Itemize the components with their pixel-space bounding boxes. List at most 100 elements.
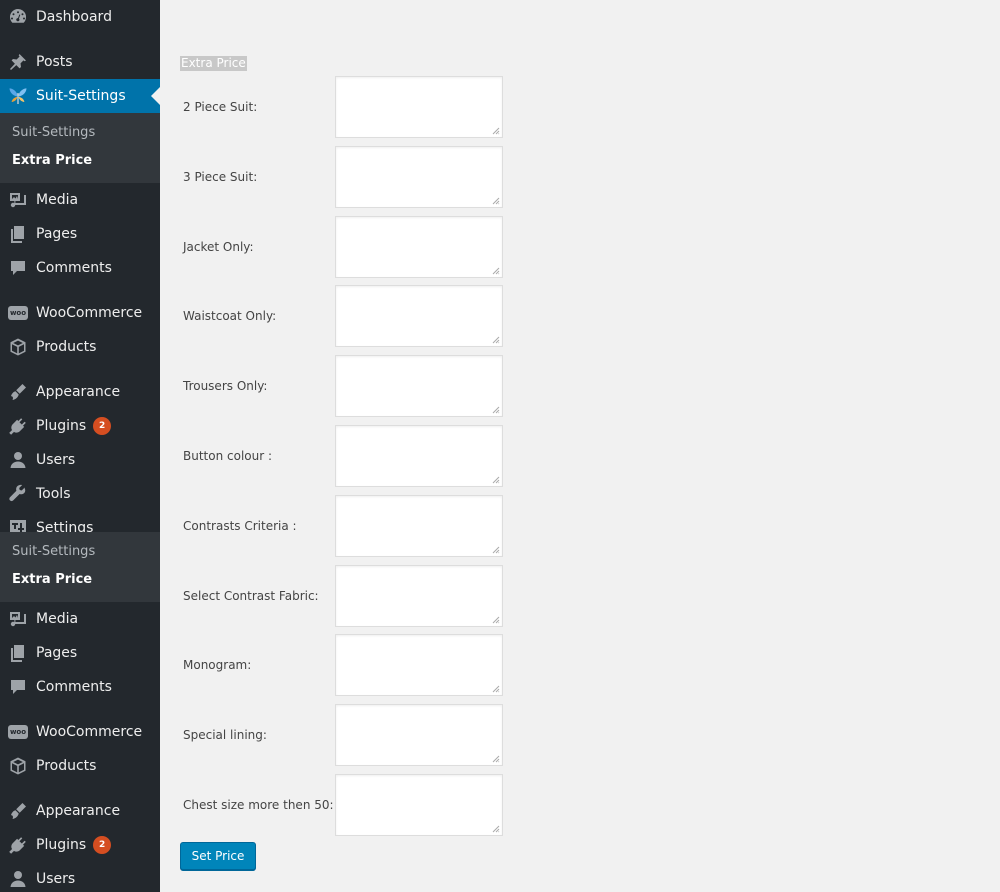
price-textarea[interactable]: [335, 774, 503, 836]
sidebar-item-label: Products: [36, 339, 97, 355]
sidebar-item-products[interactable]: Products: [0, 330, 160, 364]
field-label: Waistcoat Only:: [183, 309, 277, 324]
sidebar-item-label: Plugins: [36, 837, 87, 853]
price-textarea[interactable]: [335, 564, 503, 627]
sidebar-submenu: Suit-Settings Extra Price: [0, 532, 160, 602]
pages-icon: [0, 217, 36, 251]
sidebar-item-label: WooCommerce: [36, 305, 143, 321]
sidebar-item-label: Users: [36, 871, 76, 887]
sidebar-item-appearance[interactable]: Appearance: [0, 375, 160, 409]
price-textarea[interactable]: [335, 425, 503, 487]
section-title: Extra Price: [180, 56, 247, 71]
price-textarea[interactable]: [335, 215, 503, 278]
sidebar-item-media[interactable]: Media: [0, 183, 160, 217]
sidebar-item-users[interactable]: Users: [0, 443, 160, 477]
price-textarea[interactable]: [335, 285, 503, 348]
sidebar-item-woocommerce[interactable]: woo WooCommerce: [0, 296, 160, 330]
price-textarea[interactable]: [335, 704, 503, 767]
sidebar-item-label: Pages: [36, 645, 78, 661]
field-label: Monogram:: [183, 658, 252, 673]
sidebar-item-posts[interactable]: Posts: [0, 45, 160, 79]
field-label: Button colour :: [183, 449, 273, 463]
sidebar-item-tools[interactable]: Tools: [0, 477, 160, 511]
pages-icon: [0, 636, 36, 670]
sidebar-item-label: Plugins: [36, 418, 87, 434]
form-row: Jacket Only:: [180, 215, 520, 278]
form-row: Waistcoat Only:: [180, 285, 520, 348]
field-label: 3 Piece Suit:: [183, 169, 258, 184]
active-arrow-indicator: [151, 87, 160, 105]
sidebar-item-label: Comments: [36, 679, 112, 695]
update-count-badge: 2: [93, 836, 112, 854]
woo-icon: woo: [0, 296, 36, 330]
sidebar-item-label: Tools: [36, 486, 71, 502]
submenu-item-extra-price[interactable]: Extra Price: [12, 572, 92, 587]
box-icon: [0, 749, 36, 783]
sidebar-item-label: Posts: [36, 54, 73, 70]
plug-icon: [0, 828, 36, 862]
box-icon: [0, 330, 36, 364]
sidebar-item-media[interactable]: Media: [0, 602, 160, 636]
form-row: Monogram:: [180, 634, 520, 697]
field-label: Select Contrast Fabric:: [183, 588, 319, 603]
media-icon: [0, 602, 36, 636]
price-textarea[interactable]: [335, 494, 503, 557]
submenu-item-suit-settings[interactable]: Suit-Settings: [12, 125, 95, 140]
sidebar-item-users[interactable]: Users: [0, 862, 160, 892]
form-row: Chest size more then 50:: [180, 774, 520, 836]
sidebar-item-pages[interactable]: Pages: [0, 636, 160, 670]
form-row: Select Contrast Fabric:: [180, 564, 520, 627]
price-textarea[interactable]: [335, 355, 503, 418]
woo-icon-text: woo: [8, 725, 28, 739]
wrench-icon: [0, 477, 36, 511]
sidebar-item-pages[interactable]: Pages: [0, 217, 160, 251]
user-icon: [0, 443, 36, 477]
sidebar-item-plugins[interactable]: Plugins 2: [0, 828, 160, 862]
price-textarea[interactable]: [335, 634, 503, 697]
sidebar-item-comments[interactable]: Comments: [0, 251, 160, 285]
sidebar-item-woocommerce[interactable]: woo WooCommerce: [0, 715, 160, 749]
submenu-item-suit-settings[interactable]: Suit-Settings: [12, 544, 95, 559]
brush-icon: [0, 375, 36, 409]
sidebar-item-label: Pages: [36, 226, 78, 242]
woo-icon: woo: [0, 715, 36, 749]
sidebar-item-comments[interactable]: Comments: [0, 670, 160, 704]
sidebar-item-suit-settings[interactable]: Suit-Settings: [0, 79, 160, 113]
sidebar-item-appearance[interactable]: Appearance: [0, 794, 160, 828]
media-icon: [0, 183, 36, 217]
sidebar-item-label: Appearance: [36, 384, 121, 400]
sidebar-item-label: Dashboard: [36, 9, 112, 25]
field-label: Special lining:: [183, 728, 267, 743]
price-textarea[interactable]: [335, 76, 503, 138]
main-content: Extra Price 2 Piece Suit: 3 Piece Suit: Ja…: [160, 0, 1000, 892]
form-row: 3 Piece Suit:: [180, 145, 520, 208]
sidebar-item-label: Media: [36, 611, 79, 627]
sidebar-item-label: Users: [36, 452, 76, 468]
field-label: Chest size more then 50:: [183, 798, 334, 812]
form-row: Contrasts Criteria :: [180, 494, 520, 557]
sidebar-item-label: Media: [36, 192, 79, 208]
pin-icon: [0, 45, 36, 79]
form-row: 2 Piece Suit:: [180, 76, 520, 138]
form-row: Button colour :: [180, 425, 520, 487]
form-row: Trousers Only:: [180, 355, 520, 418]
price-textarea[interactable]: [335, 145, 503, 208]
sidebar-item-label: Comments: [36, 260, 112, 276]
field-label: Trousers Only:: [183, 379, 268, 394]
sidebar-item-plugins[interactable]: Plugins 2: [0, 409, 160, 443]
sidebar-item-products[interactable]: Products: [0, 749, 160, 783]
comment-icon: [0, 670, 36, 704]
form-row: Special lining:: [180, 704, 520, 767]
sidebar-item-label: Products: [36, 758, 97, 774]
sidebar-item-label: WooCommerce: [36, 724, 143, 740]
dashboard-icon: [0, 0, 36, 34]
woo-icon-text: woo: [8, 306, 28, 320]
sidebar-item-label: Suit-Settings: [36, 88, 126, 104]
submenu-item-extra-price[interactable]: Extra Price: [12, 153, 92, 168]
sidebar-item-dashboard[interactable]: Dashboard: [0, 0, 160, 34]
user-icon: [0, 862, 36, 892]
field-label: Contrasts Criteria :: [183, 518, 297, 533]
update-count-badge: 2: [93, 417, 112, 435]
set-price-button[interactable]: Set Price: [180, 842, 256, 870]
butterfly-icon: [0, 79, 36, 113]
